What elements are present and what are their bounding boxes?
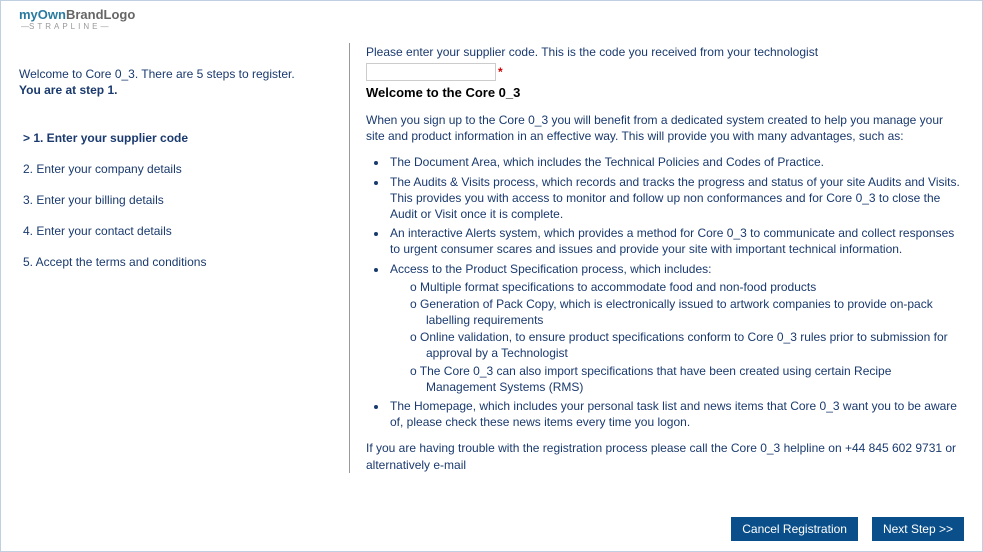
benefit-audits-visits: The Audits & Visits process, which recor… — [388, 174, 960, 223]
code-input-row: * — [366, 63, 960, 81]
benefit-document-area: The Document Area, which includes the Te… — [388, 154, 960, 170]
logo-part-own: Own — [38, 7, 66, 22]
steps-list: > 1. Enter your supplier code 2. Enter y… — [19, 123, 339, 278]
current-step-text: You are at step 1. — [19, 83, 339, 97]
benefit-product-spec: Access to the Product Specification proc… — [388, 261, 960, 396]
benefit-product-spec-text: Access to the Product Specification proc… — [390, 262, 712, 276]
logo-part-brand: BrandLogo — [66, 7, 135, 22]
step-4: 4. Enter your contact details — [19, 216, 339, 247]
subitem-rms-import: The Core 0_3 can also import specificati… — [410, 363, 960, 395]
content-panel: Please enter your supplier code. This is… — [349, 43, 964, 473]
code-prompt: Please enter your supplier code. This is… — [366, 45, 960, 59]
supplier-code-input[interactable] — [366, 63, 496, 81]
step-1: > 1. Enter your supplier code — [19, 123, 339, 154]
help-footnote: If you are having trouble with the regis… — [366, 440, 960, 472]
main-container: Welcome to Core 0_3. There are 5 steps t… — [1, 33, 982, 473]
next-step-button[interactable]: Next Step >> — [872, 517, 964, 541]
step-5: 5. Accept the terms and conditions — [19, 247, 339, 278]
cancel-registration-button[interactable]: Cancel Registration — [731, 517, 858, 541]
button-bar: Cancel Registration Next Step >> — [731, 517, 964, 541]
welcome-text: Welcome to Core 0_3. There are 5 steps t… — [19, 67, 339, 81]
header: myOwnBrandLogo STRAPLINE — [1, 1, 982, 33]
subitem-formats: Multiple format specifications to accomm… — [410, 279, 960, 295]
logo-part-my: my — [19, 7, 38, 22]
step-2: 2. Enter your company details — [19, 154, 339, 185]
product-spec-sublist: Multiple format specifications to accomm… — [410, 279, 960, 395]
section-title: Welcome to the Core 0_3 — [366, 85, 960, 100]
benefit-homepage: The Homepage, which includes your person… — [388, 398, 960, 430]
logo-strapline: STRAPLINE — [21, 22, 982, 31]
benefits-list: The Document Area, which includes the Te… — [388, 154, 960, 430]
benefit-alerts: An interactive Alerts system, which prov… — [388, 225, 960, 257]
step-3: 3. Enter your billing details — [19, 185, 339, 216]
subitem-validation: Online validation, to ensure product spe… — [410, 329, 960, 361]
subitem-pack-copy: Generation of Pack Copy, which is electr… — [410, 296, 960, 328]
intro-paragraph: When you sign up to the Core 0_3 you wil… — [366, 112, 960, 144]
required-asterisk-icon: * — [498, 65, 503, 79]
steps-sidebar: Welcome to Core 0_3. There are 5 steps t… — [19, 43, 349, 473]
brand-logo: myOwnBrandLogo — [19, 7, 982, 22]
